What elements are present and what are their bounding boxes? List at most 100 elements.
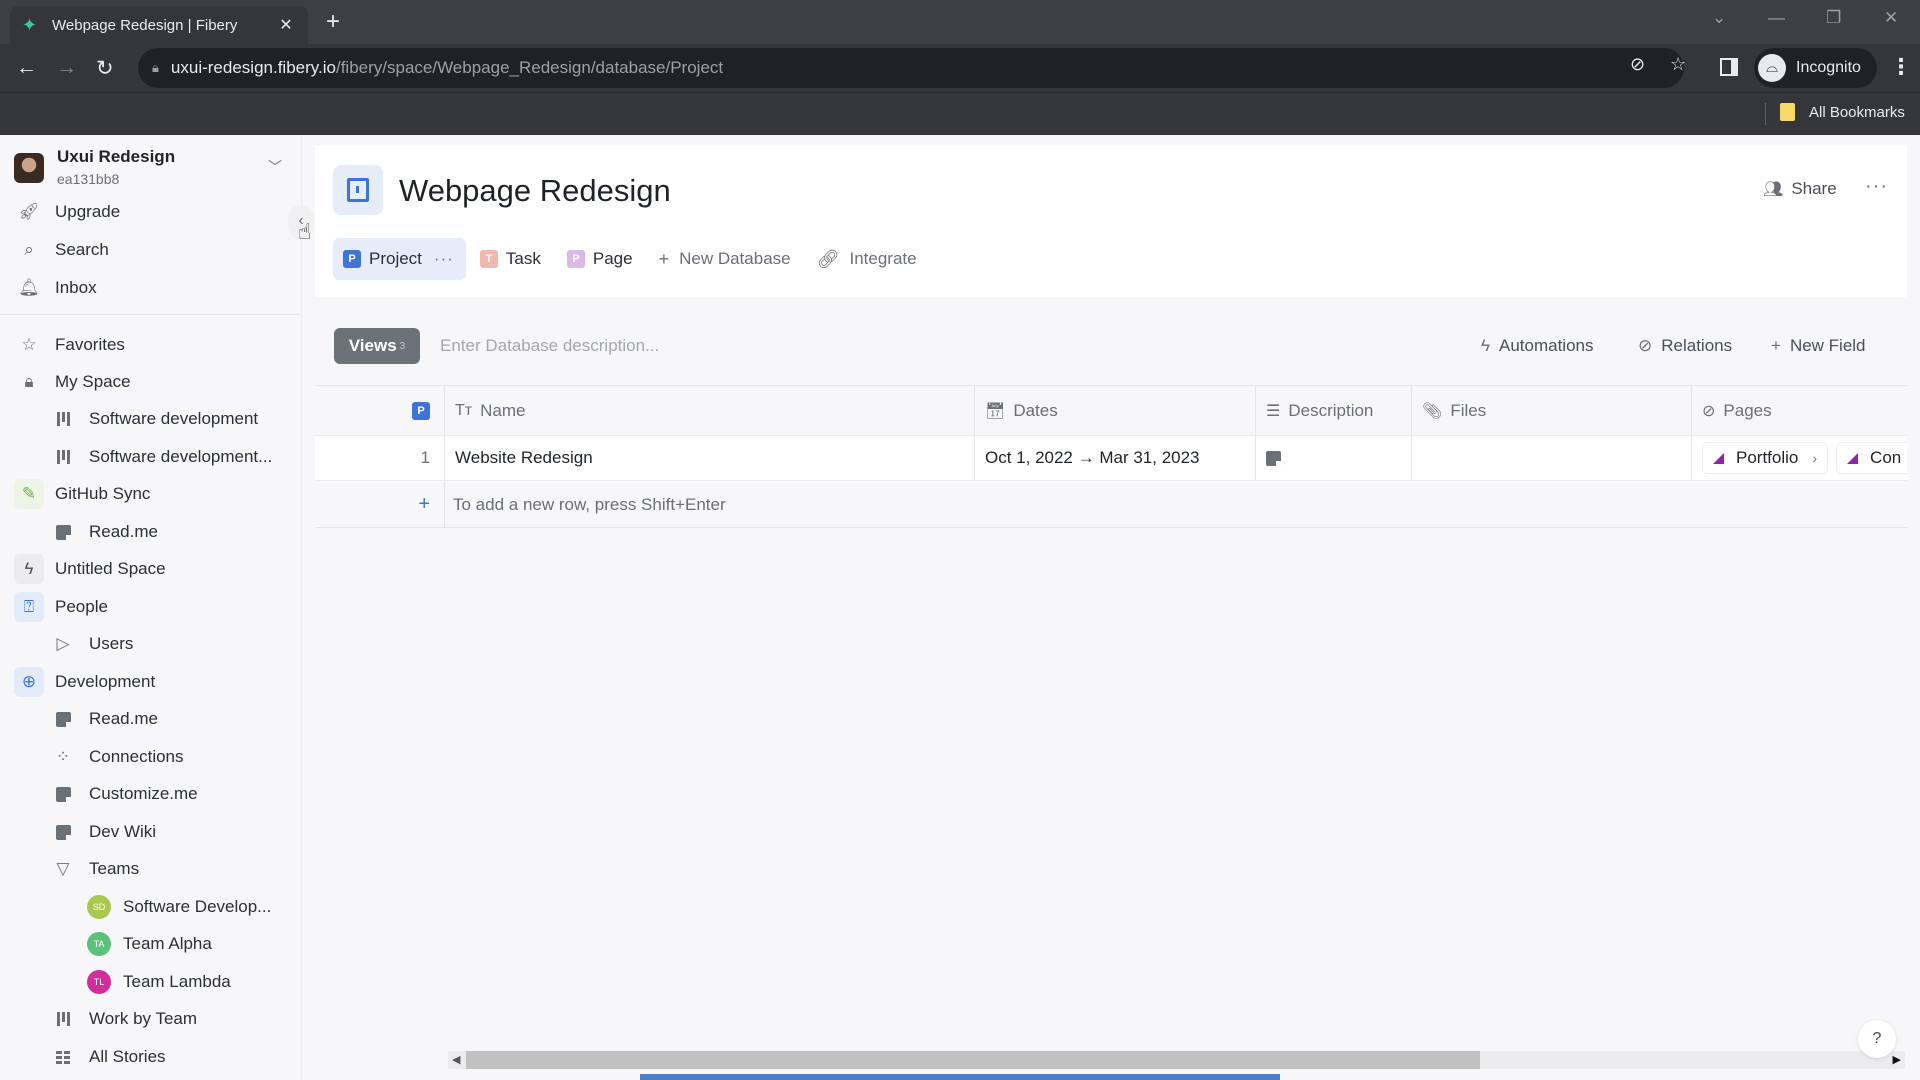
sidebar-item-team-software-develop[interactable]: SD Software Develop... <box>0 889 300 925</box>
plus-icon: + <box>1771 336 1781 355</box>
tab-page[interactable]: P Page <box>557 238 645 280</box>
sidebar-item-connections[interactable]: ⁘ Connections <box>0 739 300 775</box>
sidebar-item-software-development-2[interactable]: Software development... <box>0 439 300 475</box>
bookmarks-separator <box>1765 103 1766 125</box>
sidebar-item-search[interactable]: ⌕ Search <box>0 232 300 268</box>
text-icon: Tт <box>455 401 473 419</box>
minimize-window-button[interactable]: — <box>1768 8 1785 28</box>
automations-button[interactable]: ϟ Automations <box>1481 336 1594 356</box>
side-panel-icon[interactable] <box>1720 58 1738 76</box>
tab-project[interactable]: P Project ··· <box>333 238 466 280</box>
tab-search-chevron-icon[interactable]: ⌄ <box>1712 8 1726 28</box>
scroll-left-arrow-icon[interactable]: ◀ <box>452 1053 460 1066</box>
sidebar-item-favorites[interactable]: ☆ Favorites <box>0 327 300 363</box>
sidebar-item-development[interactable]: ⊕ Development <box>0 664 300 700</box>
sidebar-item-upgrade[interactable]: 🚀︎ Upgrade <box>0 194 300 230</box>
new-database-button[interactable]: + New Database <box>649 238 803 280</box>
column-header-description[interactable]: ☰ Description <box>1256 386 1412 435</box>
description-cell[interactable] <box>1256 436 1412 480</box>
sidebar-item-teams[interactable]: ▽ Teams <box>0 851 300 887</box>
sidebar-item-label: Favorites <box>55 335 125 354</box>
sidebar-item-all-stories[interactable]: All Stories <box>0 1039 300 1075</box>
sidebar-item-label: People <box>55 597 108 616</box>
sidebar-item-people[interactable]: ⍰ People <box>0 589 300 625</box>
sidebar-item-label: Teams <box>89 859 140 878</box>
column-label: Description <box>1288 400 1374 420</box>
column-header-dates[interactable]: 📅︎ Dates <box>975 386 1256 435</box>
column-header-files[interactable]: 📎︎ Files <box>1412 386 1692 435</box>
sidebar-item-work-by-team[interactable]: Work by Team <box>0 1001 300 1037</box>
sidebar-item-software-development[interactable]: Software development <box>0 401 300 437</box>
sidebar-item-readme[interactable]: Read.me <box>0 514 300 550</box>
sidebar-item-label: Search <box>55 240 109 259</box>
all-bookmarks-button[interactable]: All Bookmarks <box>1780 103 1905 121</box>
sidebar-item-inbox[interactable]: 🔔︎ Inbox <box>0 270 300 306</box>
browser-tab[interactable]: ✦ Webpage Redesign | Fibery ✕ <box>10 6 308 44</box>
dates-cell[interactable]: Oct 1, 2022 → Mar 31, 2023 <box>975 436 1256 480</box>
incognito-profile-button[interactable]: ⌓ Incognito <box>1754 48 1877 88</box>
sidebar-item-users[interactable]: ▷ Users <box>0 626 300 662</box>
restore-window-button[interactable]: ❐ <box>1826 8 1841 28</box>
sidebar-item-label: Users <box>89 634 134 653</box>
triangle-down-icon[interactable]: ▽ <box>48 854 78 884</box>
pages-cell[interactable]: Portfolio › Con <box>1692 436 1907 480</box>
column-header-pages[interactable]: ⊘ Pages <box>1692 386 1907 435</box>
page-pill-con[interactable]: Con <box>1836 442 1907 474</box>
sidebar-item-team-lambda[interactable]: TL Team Lambda <box>0 964 300 1000</box>
reload-button[interactable]: ↻ <box>96 56 114 81</box>
scrollbar-thumb[interactable] <box>466 1051 1480 1069</box>
chevron-right-icon[interactable]: › <box>1812 450 1817 466</box>
incognito-label: Incognito <box>1796 59 1861 76</box>
close-window-button[interactable]: ✕ <box>1884 8 1898 28</box>
calendar-icon: 📅︎ <box>985 402 1006 420</box>
tab-label: Project <box>369 249 422 268</box>
database-description-input[interactable]: Enter Database description... <box>440 336 659 356</box>
chevron-down-icon[interactable]: ﹀ <box>268 157 282 177</box>
back-button[interactable]: ← <box>16 56 37 80</box>
files-cell[interactable] <box>1412 436 1692 480</box>
scroll-right-arrow-icon[interactable]: ▶ <box>1893 1053 1901 1066</box>
tab-label: Page <box>592 249 633 268</box>
sidebar-item-readme-dev[interactable]: Read.me <box>0 701 300 737</box>
share-button[interactable]: 👥︎ Share <box>1763 179 1837 199</box>
more-options-button[interactable]: ··· <box>1865 175 1888 198</box>
column-header-name[interactable]: Tт Name <box>445 386 975 435</box>
sidebar-item-dev-wiki[interactable]: Dev Wiki <box>0 814 300 850</box>
sidebar-item-customize-me[interactable]: Customize.me <box>0 776 300 812</box>
database-icon[interactable] <box>333 165 383 215</box>
page-pill-portfolio[interactable]: Portfolio › <box>1702 442 1829 474</box>
team-badge-tl: TL <box>87 970 111 994</box>
add-row-button[interactable]: + <box>315 482 445 527</box>
new-field-button[interactable]: + New Field <box>1771 336 1866 356</box>
sidebar-item-github-sync[interactable]: ✎ GitHub Sync <box>0 476 300 512</box>
new-tab-button[interactable]: + <box>326 8 340 36</box>
database-glyph-icon <box>347 178 369 202</box>
tab-task[interactable]: T Task <box>470 238 553 280</box>
name-cell[interactable]: Website Redesign <box>445 436 975 480</box>
integrate-button[interactable]: 🔗︎ Integrate <box>807 238 929 280</box>
bookmark-star-icon[interactable]: ☆ <box>1670 54 1686 75</box>
url-input[interactable]: 🔒︎ uxui-redesign.fibery.io/fibery/space/… <box>138 48 1684 88</box>
fibery-favicon-icon: ✦ <box>22 15 38 35</box>
table-row[interactable]: 1 Website Redesign Oct 1, 2022 → Mar 31,… <box>315 435 1907 481</box>
relations-button[interactable]: ⊘ Relations <box>1638 336 1732 356</box>
sidebar-item-team-alpha[interactable]: TA Team Alpha <box>0 926 300 962</box>
workspace-switcher[interactable]: Uxui Redesign ea131bb8 ﹀ <box>14 145 294 195</box>
sidebar-item-label: Team Alpha <box>123 934 212 953</box>
sidebar-item-untitled-space[interactable]: ϟ Untitled Space <box>0 551 300 587</box>
close-tab-icon[interactable]: ✕ <box>276 15 296 35</box>
workspace-name: Uxui Redesign <box>57 147 176 166</box>
eye-off-icon[interactable]: ⊘ <box>1630 54 1645 75</box>
add-row[interactable]: + To add a new row, press Shift+Enter <box>315 482 1907 528</box>
page-title[interactable]: Webpage Redesign <box>399 173 671 209</box>
forward-button[interactable]: → <box>56 56 77 80</box>
sidebar-item-my-space[interactable]: 🔒︎ My Space <box>0 364 300 400</box>
search-icon: ⌕ <box>24 240 34 259</box>
browser-menu-icon[interactable]: ⋮ <box>1890 54 1912 80</box>
triangle-right-icon[interactable]: ▷ <box>48 629 78 659</box>
views-button[interactable]: Views 3 <box>334 328 420 364</box>
horizontal-scrollbar[interactable]: ◀ ▶ <box>448 1051 1905 1069</box>
tab-more-icon[interactable]: ··· <box>434 249 454 269</box>
help-button[interactable]: ? <box>1858 1020 1896 1058</box>
add-row-hint[interactable]: To add a new row, press Shift+Enter <box>445 482 726 527</box>
